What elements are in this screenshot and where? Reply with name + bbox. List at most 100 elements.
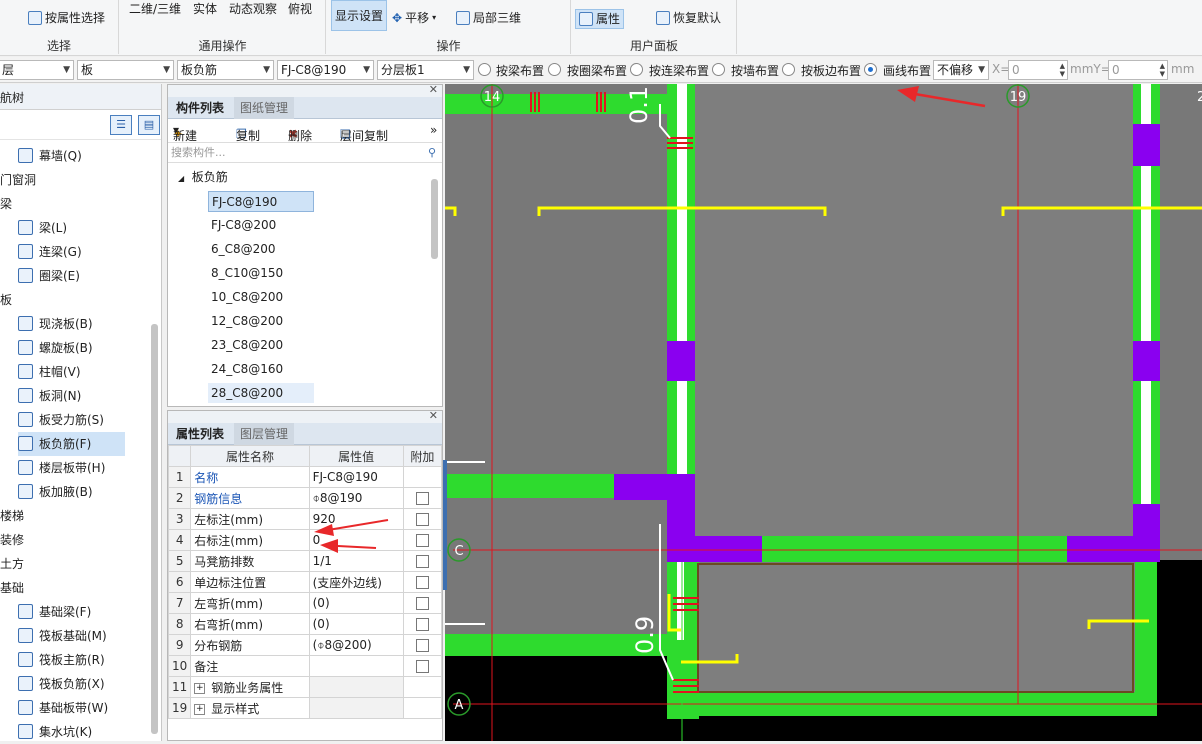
x-input[interactable]: 0 ▲ ▼ [1008, 60, 1068, 80]
tab-drawing-manager[interactable]: 图纸管理 [234, 97, 295, 119]
component-name-dropdown[interactable]: FJ-C8@190 ▼ [277, 60, 374, 80]
property-value[interactable] [308, 676, 404, 698]
extra-checkbox[interactable] [415, 639, 429, 652]
property-row[interactable]: 10 备注 [167, 655, 443, 677]
solid-button[interactable]: 实体 [193, 1, 217, 17]
tab-layer-manager[interactable]: 图层管理 [234, 423, 295, 445]
property-row[interactable]: 9 分布钢筋 (⌽8@200) [167, 634, 443, 656]
property-row[interactable]: 8 右弯折(mm) (0) [167, 613, 443, 635]
tree-item[interactable]: 螺旋板(B) [18, 336, 125, 360]
extra-checkbox[interactable] [415, 576, 429, 589]
tree-item[interactable]: 板洞(N) [18, 384, 125, 408]
close-icon[interactable]: ✕ [429, 83, 438, 96]
property-row[interactable]: 6 单边标注位置 (支座外边线) [167, 571, 443, 593]
splitter-handle[interactable] [443, 460, 447, 590]
radio-draw-line-label: 画线布置 [883, 64, 932, 78]
extra-checkbox[interactable] [415, 597, 429, 610]
tree-item[interactable]: 板加腋(B) [18, 480, 125, 504]
drawing-canvas[interactable]: 0.1 0.9 14 19 2 C A [445, 84, 1202, 741]
tree-scrollbar[interactable] [151, 324, 158, 734]
extra-checkbox[interactable] [415, 618, 429, 631]
offset-dropdown[interactable]: 不偏移 ▼ [933, 60, 989, 80]
property-value[interactable]: (0) [308, 592, 404, 614]
tree-item[interactable]: 连梁(G) [18, 240, 125, 264]
restore-default-button[interactable]: 恢复默认 [656, 10, 721, 26]
attribute-panel-button[interactable]: 属性 [575, 9, 625, 29]
radio-by-wall[interactable] [712, 63, 725, 76]
property-value[interactable]: (⌽8@200) [308, 634, 404, 656]
more-icon[interactable]: » [430, 123, 437, 137]
layer-dropdown[interactable]: 分层板1 ▼ [377, 60, 474, 80]
radio-by-ring-beam[interactable] [548, 63, 561, 76]
component-item[interactable]: 24_C8@160 [208, 359, 314, 380]
property-row[interactable]: 11 + 钢筋业务属性 [167, 676, 443, 698]
radio-by-link-beam[interactable] [630, 63, 643, 76]
tree-item[interactable]: 筏板负筋(X) [18, 672, 125, 696]
tree-item[interactable]: 板受力筋(S) [18, 408, 125, 432]
list-scrollbar[interactable] [431, 179, 438, 259]
radio-by-beam[interactable] [478, 63, 491, 76]
property-row[interactable]: 1 名称 FJ-C8@190 [167, 466, 443, 488]
floor-dropdown[interactable]: 层 ▼ [0, 60, 74, 80]
tree-item[interactable]: 梁(L) [18, 216, 125, 240]
component-item[interactable]: 28_C8@200 [208, 383, 314, 403]
component-item[interactable]: 10_C8@200 [208, 287, 314, 308]
type-dropdown[interactable]: 板 ▼ [77, 60, 174, 80]
view-2d3d-button[interactable]: 二维/三维 [129, 1, 181, 17]
extra-checkbox[interactable] [415, 492, 429, 505]
component-item[interactable]: 6_C8@200 [208, 239, 314, 260]
component-group[interactable]: ◢ 板负筋 [178, 167, 228, 189]
tree-item[interactable]: 板负筋(F) [18, 432, 125, 456]
radio-by-slab-edge[interactable] [782, 63, 795, 76]
display-settings-button[interactable]: 显示设置 [331, 0, 388, 31]
property-row[interactable]: 7 左弯折(mm) (0) [167, 592, 443, 614]
radio-draw-line[interactable] [864, 63, 877, 76]
tab-property-list[interactable]: 属性列表 [170, 423, 230, 445]
tree-category[interactable]: 门窗洞 [0, 168, 36, 192]
component-item[interactable]: 8_C10@150 [208, 263, 314, 284]
y-input[interactable]: 0 ▲ ▼ [1108, 60, 1168, 80]
property-value[interactable] [308, 697, 404, 719]
select-by-attribute-button[interactable]: 按属性选择 [28, 10, 105, 26]
expand-icon[interactable]: + [194, 682, 206, 694]
pan-button[interactable]: ✥ 平移 ▾ [392, 10, 436, 26]
tree-category[interactable]: 土方 [0, 552, 24, 576]
tree-item[interactable]: 筏板主筋(R) [18, 648, 125, 672]
property-value[interactable]: (0) [308, 613, 404, 635]
tree-item[interactable]: 现浇板(B) [18, 312, 125, 336]
tree-category[interactable]: 板 [0, 288, 12, 312]
floor-plan[interactable]: 0.1 0.9 14 19 2 C A [445, 84, 1202, 741]
top-view-button[interactable]: 俯视 [288, 1, 312, 17]
tree-item[interactable]: 楼层板带(H) [18, 456, 125, 480]
tree-item[interactable]: 筏板基础(M) [18, 624, 125, 648]
tree-category[interactable]: 基础 [0, 576, 24, 600]
extra-checkbox[interactable] [415, 660, 429, 673]
property-value[interactable]: (支座外边线) [308, 571, 404, 593]
tree-category[interactable]: 楼梯 [0, 504, 24, 528]
tree-item[interactable]: 柱帽(V) [18, 360, 125, 384]
component-item[interactable]: FJ-C8@190 [208, 191, 314, 212]
component-type-dropdown[interactable]: 板负筋 ▼ [177, 60, 274, 80]
close-icon[interactable]: ✕ [429, 409, 438, 422]
component-item[interactable]: 23_C8@200 [208, 335, 314, 356]
component-search-input[interactable]: 搜索构件... ⚲ [168, 143, 442, 163]
grid-view-icon[interactable]: ▤ [138, 115, 160, 135]
component-item[interactable]: FJ-C8@200 [208, 215, 314, 236]
expand-icon[interactable]: + [194, 703, 206, 715]
tree-item[interactable]: 圈梁(E) [18, 264, 125, 288]
component-item[interactable]: 12_C8@200 [208, 311, 314, 332]
local-3d-button[interactable]: 局部三维 [456, 10, 521, 26]
tree-item[interactable]: 幕墙(Q) [18, 144, 125, 168]
dynamic-view-button[interactable]: 动态观察 [229, 1, 277, 17]
property-value[interactable] [308, 655, 404, 677]
tree-category[interactable]: 装修 [0, 528, 24, 552]
tree-item[interactable]: 基础梁(F) [18, 600, 125, 624]
property-row[interactable]: 19 + 显示样式 [167, 697, 443, 719]
tree-category[interactable]: 梁 [0, 192, 12, 216]
tree-item[interactable]: 集水坑(K) [18, 720, 125, 744]
new-button[interactable]: ✦ 新建 ▾ [173, 123, 197, 143]
tree-item[interactable]: 基础板带(W) [18, 696, 125, 720]
property-value[interactable]: FJ-C8@190 [308, 466, 404, 488]
tab-component-list[interactable]: 构件列表 [170, 97, 230, 119]
list-view-icon[interactable]: ☰ [110, 115, 132, 135]
